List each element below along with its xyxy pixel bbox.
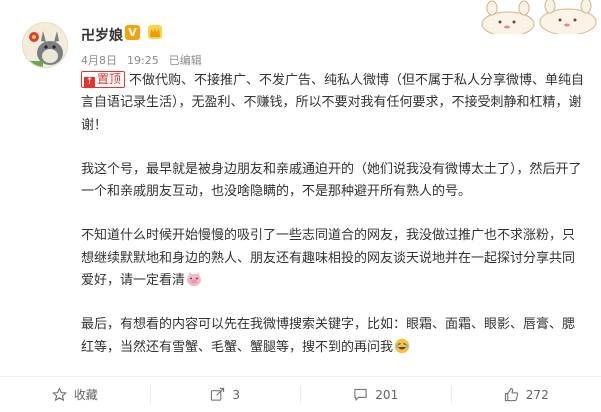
share-count: 3 (232, 387, 241, 402)
edited-label[interactable]: 已编辑 (169, 54, 202, 67)
like-button[interactable]: 272 (450, 385, 601, 404)
comment-count: 201 (375, 387, 399, 402)
post-paragraph: 我这个号，最早就是被身边朋友和亲戚通迫开的（她们说我没有微博太土了），然后开了一… (81, 159, 585, 204)
post-content: ↑ 置顶 不做代购、不接推广、不发广告、纯私人微博（但不属于私人分享微博、单纯自言自… (81, 70, 585, 359)
star-icon (52, 387, 67, 401)
like-count: 272 (525, 387, 549, 402)
pin-icon: ↑ (84, 77, 95, 88)
share-icon (211, 387, 225, 401)
collect-button[interactable]: 收藏 (0, 377, 150, 412)
collect-label: 收藏 (73, 388, 98, 402)
post-meta: 4月8日 19:25 已编辑 (81, 52, 212, 68)
post-actions-bar: 收藏 3 201 272 (0, 376, 601, 412)
post-paragraph-text: 不做代购、不接推广、不发广告、纯私人微博（但不属于私人分享微博、单纯自言自语记录… (81, 73, 585, 133)
post-paragraph-text: 我这个号，最早就是被身边朋友和亲戚通迫开的（她们说我没有微博太土了），然后开了一… (81, 161, 582, 200)
avatar[interactable] (22, 22, 68, 68)
post-paragraph: ↑ 置顶 不做代购、不接推广、不发广告、纯私人微博（但不属于私人分享微博、单纯自言自… (81, 70, 585, 137)
username[interactable]: 卍岁娘 (81, 25, 123, 45)
post-paragraph: 不知道什么时候开始慢慢的吸引了一些志同道合的网友，我没做过推广也不求涨粉，只想继… (81, 225, 585, 292)
laugh-emoji-icon (394, 338, 410, 353)
pin-badge: ↑ 置顶 (81, 71, 126, 88)
post-paragraph-text: 最后，有想看的内容可以先在我微博搜索关键字，比如：眼霜、面霜、眼影、唇膏、腮红等… (81, 317, 576, 355)
vip-icon[interactable]: V (125, 25, 140, 40)
crown-icon[interactable] (147, 24, 163, 40)
decor-sticker-icon (481, 0, 597, 34)
post-time[interactable]: 19:25 (127, 54, 159, 67)
comment-button[interactable]: 201 (300, 385, 451, 404)
pin-label: 置顶 (97, 72, 122, 86)
pig-emoji-icon (187, 272, 202, 287)
post-paragraph-text: 不知道什么时候开始慢慢的吸引了一些志同道合的网友，我没做过推广也不求涨粉，只想继… (81, 228, 576, 289)
like-icon (504, 387, 519, 402)
post-date[interactable]: 4月8日 (81, 54, 117, 67)
post-paragraph: 最后，有想看的内容可以先在我微博搜索关键字，比如：眼霜、面霜、眼影、唇膏、腮红等… (81, 314, 585, 359)
weibo-post-card: 卍岁娘 V 4月8日 19:25 已编辑 ↑ 置顶 不做代购、不接推广、不发广告、纯私人… (0, 0, 601, 412)
comment-icon (354, 388, 367, 401)
avatar-totoro-icon (23, 23, 67, 67)
share-button[interactable]: 3 (149, 385, 301, 404)
